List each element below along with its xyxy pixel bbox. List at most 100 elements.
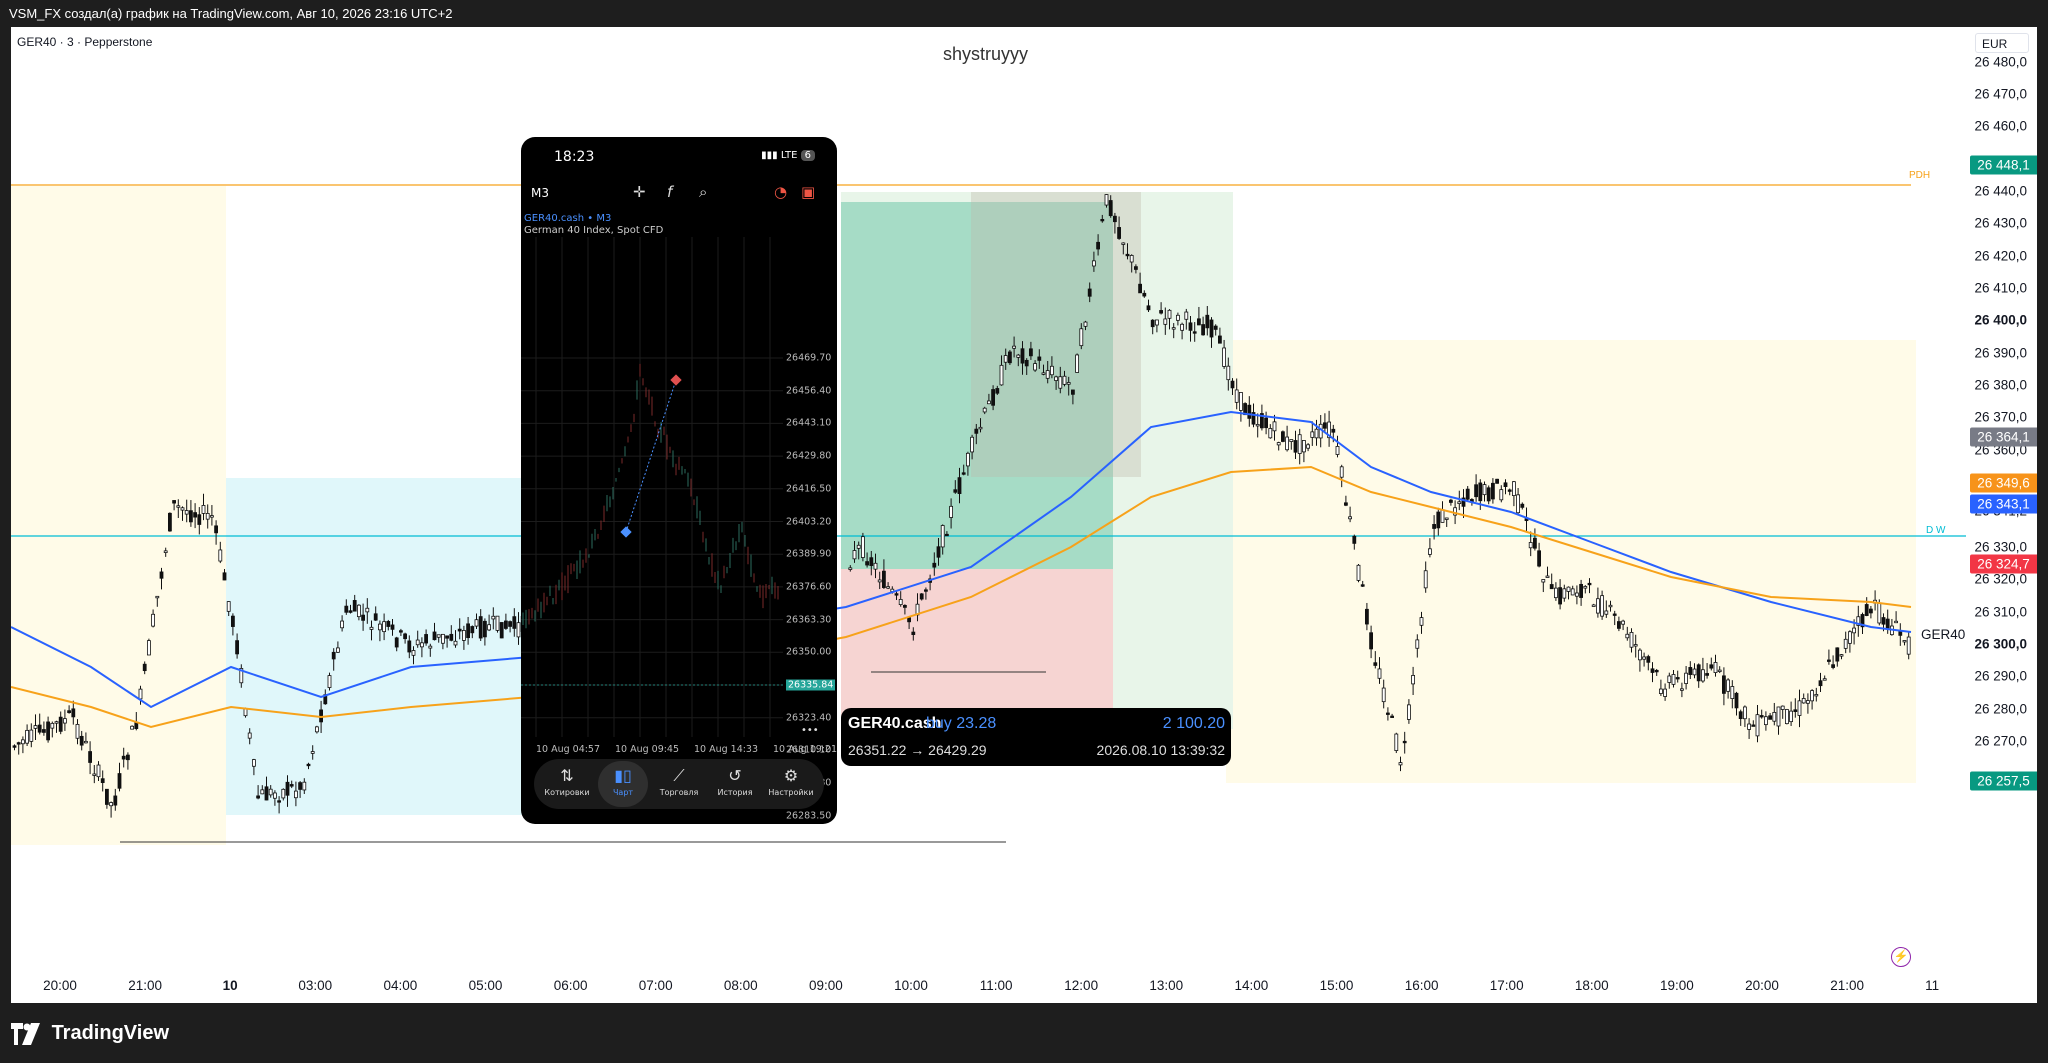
phone-nav-item[interactable]: ▮▯ Чарт bbox=[598, 761, 648, 807]
time-label: 20:00 bbox=[1745, 978, 1779, 993]
phone-nav-item[interactable]: ⚙ Настройки bbox=[766, 761, 816, 807]
phone-price-label: 26376.60 bbox=[786, 581, 832, 593]
phone-price-label: 26469.70 bbox=[786, 352, 832, 364]
history-icon: ↺ bbox=[728, 766, 742, 785]
gear-icon: ⚙ bbox=[783, 766, 799, 785]
time-label: 08:00 bbox=[723, 978, 758, 993]
session-box bbox=[1226, 340, 1916, 783]
time-label: 11 bbox=[1925, 978, 1940, 993]
candle bbox=[861, 532, 865, 562]
phone-nav-item[interactable]: ⇅ Котировки bbox=[542, 761, 592, 807]
function-icon[interactable]: f bbox=[667, 183, 672, 201]
phone-nav-label: Настройки bbox=[768, 788, 814, 797]
price-label: 26 440,0 bbox=[1974, 183, 2027, 199]
trade-info-card: GER40.cash buy 23.28 2 100.20 26351.22 →… bbox=[841, 708, 1231, 766]
trade-icon[interactable]: ▣ bbox=[801, 183, 815, 201]
price-label: 26 310,0 bbox=[1974, 604, 2027, 620]
candle bbox=[327, 672, 332, 691]
dw-label: D W bbox=[1926, 525, 1946, 536]
phone-symbol: GER40.cash • M3 bbox=[524, 213, 612, 224]
series-label: GER40 bbox=[1921, 627, 1966, 642]
range-box bbox=[971, 192, 1141, 477]
phone-chart bbox=[521, 237, 783, 737]
candle bbox=[167, 512, 172, 532]
phone-price-label: 26416.50 bbox=[786, 483, 832, 495]
candle bbox=[1785, 708, 1789, 725]
phone-bottom-nav: ⇅ Котировки ▮▯ Чарт ⟋ Торговля ↺ История ⚙ Настро… bbox=[534, 759, 824, 809]
time-label: 12:00 bbox=[1064, 978, 1099, 993]
trade-prices: 26351.22 → 26429.29 bbox=[848, 742, 987, 758]
tradingview-brand[interactable]: TradingView bbox=[11, 1018, 169, 1048]
time-label: 14:00 bbox=[1234, 978, 1269, 993]
phone-toolbar: M3 ✛ f ⌕ ◔ ▣ bbox=[521, 179, 837, 209]
phone-time-label: 10 Aug 04:57 bbox=[535, 744, 601, 755]
phone-time-label: 10 Aug 19:21 bbox=[772, 744, 837, 755]
session-box bbox=[226, 478, 526, 815]
phone-nav-label: Котировки bbox=[544, 788, 590, 797]
time-label: 10 bbox=[222, 978, 238, 993]
time-label: 09:00 bbox=[808, 978, 843, 993]
phone-status-bar: 18:23 ▮▮▮ LTE 6 bbox=[521, 137, 837, 179]
clock-icon[interactable]: ◔ bbox=[774, 183, 787, 201]
phone-symbol-description: German 40 Index, Spot CFD bbox=[524, 225, 664, 236]
price-label: 26 320,0 bbox=[1974, 571, 2027, 587]
phone-exit-marker bbox=[670, 374, 682, 386]
phone-price-label: 26350.00 bbox=[786, 646, 832, 658]
time-label: 16:00 bbox=[1404, 978, 1439, 993]
candle bbox=[495, 615, 500, 633]
time-label: 17:00 bbox=[1489, 978, 1524, 993]
price-tag: 26 343,1 bbox=[1970, 494, 2037, 514]
price-label: 26 290,0 bbox=[1974, 668, 2027, 684]
more-icon[interactable]: ••• bbox=[801, 725, 819, 736]
crosshair-icon[interactable]: ✛ bbox=[633, 183, 646, 201]
time-label: 06:00 bbox=[553, 978, 588, 993]
time-label: 05:00 bbox=[468, 978, 503, 993]
phone-entry-marker bbox=[620, 526, 632, 538]
phone-price-label: 26403.20 bbox=[786, 516, 832, 527]
time-label: 04:00 bbox=[383, 978, 418, 993]
time-label: 13:00 bbox=[1149, 978, 1184, 993]
phone-price-label: 26335.84 bbox=[786, 679, 836, 691]
price-chart[interactable] bbox=[11, 27, 1966, 968]
candle bbox=[1008, 349, 1012, 365]
phone-nav-label: История bbox=[717, 788, 753, 797]
candle bbox=[1495, 478, 1499, 484]
chart-area[interactable]: GER40 · 3 · Pepperstone shystruyyy 26 48… bbox=[11, 27, 2037, 1003]
objects-icon[interactable]: ⌕ bbox=[699, 183, 707, 201]
candle bbox=[1356, 563, 1361, 583]
price-axis[interactable]: 26 480,0 26 470,0 26 460,0 26 440,0 26 430,0… bbox=[1966, 27, 2037, 1003]
price-tag: 26 257,5 bbox=[1970, 771, 2037, 791]
time-label: 07:00 bbox=[638, 978, 673, 993]
price-label: 26 370,0 bbox=[1974, 409, 2027, 425]
phone-screenshot: 18:23 ▮▮▮ LTE 6 M3 ✛ f ⌕ ◔ ▣ GER40.cash … bbox=[521, 137, 837, 824]
candle bbox=[1394, 732, 1399, 754]
candle bbox=[130, 725, 134, 730]
phone-price-label: 26363.30 bbox=[786, 614, 832, 626]
phone-time-label: 10 Aug 14:33 bbox=[693, 744, 759, 755]
bolt-icon[interactable]: ⚡ bbox=[1891, 947, 1911, 967]
chart-watermark: shystruyyy bbox=[943, 44, 1029, 64]
phone-nav-item[interactable]: ⟋ Торговля bbox=[654, 761, 704, 807]
phone-nav-label: Чарт bbox=[612, 788, 634, 797]
chart-title-bar: VSM_FX создал(а) график на TradingView.c… bbox=[0, 0, 2048, 27]
time-label: 11:00 bbox=[979, 978, 1013, 993]
arrows-icon: ⇅ bbox=[560, 766, 574, 785]
candle bbox=[1075, 353, 1079, 373]
price-tag: 26 448,1 bbox=[1970, 155, 2037, 175]
phone-price-label: 26283.50 bbox=[786, 810, 832, 822]
trade-chart-icon: ⟋ bbox=[673, 766, 685, 785]
price-label: 26 420,0 bbox=[1974, 248, 2027, 264]
price-label: 26 470,0 bbox=[1974, 86, 2027, 102]
price-label: 26 300,0 bbox=[1974, 636, 2027, 652]
phone-nav-item[interactable]: ↺ История bbox=[710, 761, 760, 807]
symbol-label[interactable]: GER40 · 3 · Pepperstone bbox=[17, 35, 152, 49]
time-axis[interactable]: 20:00 21:00 10 03:00 04:00 05:00 06:00 07:00 08:… bbox=[11, 968, 1966, 1003]
candle bbox=[499, 622, 504, 639]
tradingview-logo-icon bbox=[11, 1022, 40, 1045]
timeframe-button[interactable]: M3 bbox=[531, 186, 549, 200]
pdh-label: PDH bbox=[1909, 170, 1931, 181]
currency-label[interactable]: EUR bbox=[1975, 33, 2029, 53]
network-label: LTE bbox=[780, 150, 798, 161]
candle bbox=[919, 593, 924, 601]
phone-price-label: 26429.80 bbox=[786, 450, 832, 462]
